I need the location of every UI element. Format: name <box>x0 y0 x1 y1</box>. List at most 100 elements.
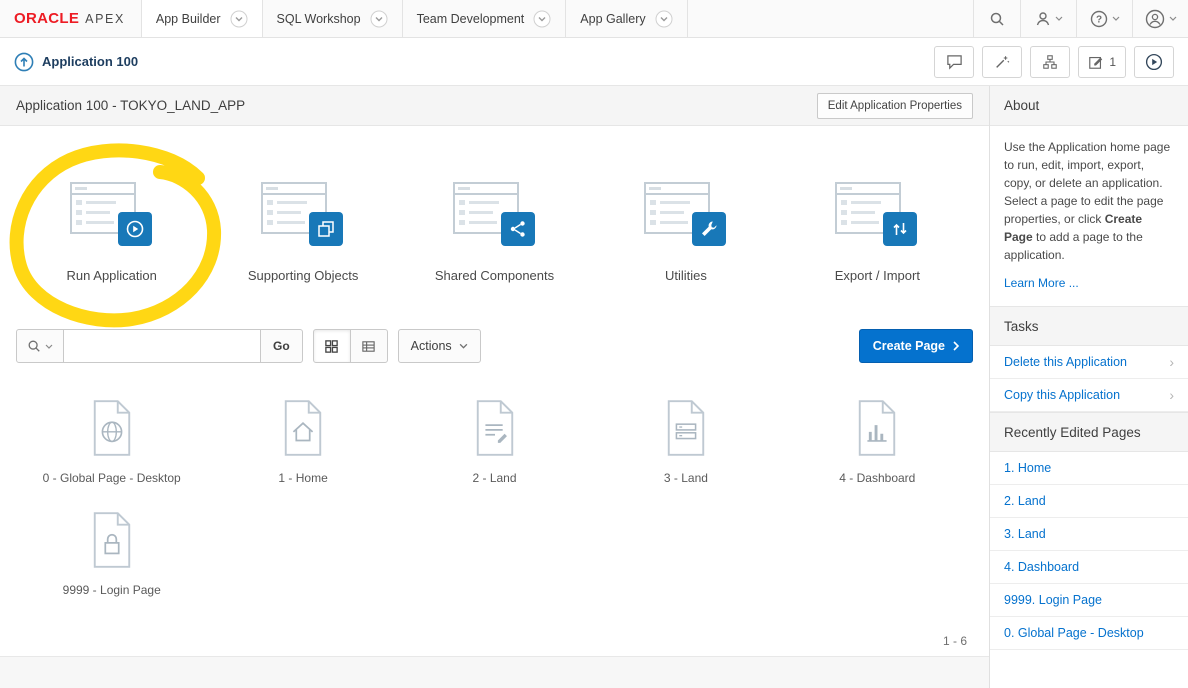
chart-page-icon[interactable] <box>854 399 900 457</box>
edit-page-number: 1 <box>1109 54 1116 69</box>
tab-sql-workshop[interactable]: SQL Workshop <box>263 0 403 37</box>
section-label-utilities[interactable]: Utilities <box>665 268 707 283</box>
recent-page-home[interactable]: 1. Home <box>990 452 1188 485</box>
chevron-down-circle-icon[interactable] <box>655 10 673 28</box>
about-section-header: About <box>990 86 1188 126</box>
page-label[interactable]: 0 - Global Page - Desktop <box>43 471 181 485</box>
run-application-button[interactable] <box>1134 45 1174 78</box>
recent-page-link[interactable]: 9999. Login Page <box>1004 593 1102 607</box>
user-avatar-icon <box>1145 9 1164 28</box>
chevron-down-circle-icon[interactable] <box>370 10 388 28</box>
page-label[interactable]: 3 - Land <box>664 471 708 485</box>
globe-page-icon[interactable] <box>89 399 135 457</box>
icon-view-button[interactable] <box>312 329 351 363</box>
tab-app-builder[interactable]: App Builder <box>140 0 263 37</box>
page-item-land-3: 3 - Land <box>590 399 781 485</box>
task-copy-application[interactable]: Copy this Application › <box>990 379 1188 412</box>
breadcrumb-title[interactable]: Application 100 <box>42 54 138 69</box>
page-label[interactable]: 4 - Dashboard <box>839 471 915 485</box>
page-label[interactable]: 2 - Land <box>472 471 516 485</box>
recent-page-link[interactable]: 0. Global Page - Desktop <box>1004 626 1144 640</box>
chevron-right-icon: › <box>1169 387 1174 403</box>
apex-app-builder-window: ORACLE APEX App Builder SQL Workshop Tea… <box>0 0 1188 688</box>
page-label[interactable]: 9999 - Login Page <box>63 583 161 597</box>
pages-toolbar: Go Actions Create Page <box>0 329 989 363</box>
page-label[interactable]: 1 - Home <box>278 471 327 485</box>
recent-page-land-3[interactable]: 3. Land <box>990 518 1188 551</box>
user-account-menu-button[interactable] <box>1132 0 1188 37</box>
pages-grid-row-2: 9999 - Login Page <box>0 511 989 597</box>
utilities-icon[interactable] <box>643 182 728 252</box>
up-level-icon[interactable] <box>14 52 34 72</box>
tab-team-development[interactable]: Team Development <box>403 0 567 37</box>
create-page-button[interactable]: Create Page <box>858 329 973 363</box>
footer-strip <box>0 656 989 688</box>
oracle-apex-logo: ORACLE APEX <box>0 0 141 37</box>
actions-menu-button[interactable]: Actions <box>397 329 481 363</box>
chevron-down-icon <box>459 343 468 349</box>
edit-pencil-icon <box>1089 56 1103 69</box>
recent-page-global[interactable]: 0. Global Page - Desktop <box>990 617 1188 650</box>
recent-page-link[interactable]: 2. Land <box>1004 494 1046 508</box>
run-badge <box>117 212 152 246</box>
form-page-icon[interactable] <box>472 399 518 457</box>
edit-page-button[interactable]: 1 <box>1078 45 1126 78</box>
chevron-right-icon: › <box>1169 354 1174 370</box>
stacked-windows-icon <box>318 221 334 237</box>
play-icon <box>126 220 144 238</box>
create-page-label: Create Page <box>872 339 945 353</box>
chevron-down-circle-icon[interactable] <box>230 10 248 28</box>
admin-menu-button[interactable] <box>1020 0 1076 37</box>
section-label-shared-components[interactable]: Shared Components <box>435 268 554 283</box>
application-sections: Run Application Supporting Objects Share… <box>0 182 989 283</box>
report-page-icon[interactable] <box>663 399 709 457</box>
task-link[interactable]: Delete this Application <box>1004 355 1127 369</box>
recent-page-link[interactable]: 4. Dashboard <box>1004 560 1079 574</box>
recent-page-dashboard[interactable]: 4. Dashboard <box>990 551 1188 584</box>
svg-text:?: ? <box>1095 14 1101 25</box>
table-view-icon <box>362 340 375 352</box>
supporting-objects-icon[interactable] <box>261 182 345 252</box>
search-scope-button[interactable] <box>16 329 64 363</box>
feedback-button[interactable] <box>934 45 975 78</box>
top-bar-utilities: ? <box>973 0 1188 37</box>
task-link[interactable]: Copy this Application <box>1004 388 1120 402</box>
home-page-icon[interactable] <box>280 399 326 457</box>
lock-page-icon[interactable] <box>89 511 135 569</box>
help-icon: ? <box>1090 10 1107 27</box>
shared-components-icon[interactable] <box>452 182 537 252</box>
tab-app-gallery[interactable]: App Gallery <box>566 0 688 37</box>
section-label-export-import[interactable]: Export / Import <box>835 268 920 283</box>
main-content: Application 100 - TOKYO_LAND_APP Edit Ap… <box>0 86 989 656</box>
wrench-icon <box>701 221 717 236</box>
empty-cell <box>782 511 973 597</box>
help-menu-button[interactable]: ? <box>1076 0 1132 37</box>
recent-page-link[interactable]: 3. Land <box>1004 527 1046 541</box>
recent-pages-section-header: Recently Edited Pages <box>990 412 1188 452</box>
section-label-run-application[interactable]: Run Application <box>67 268 157 283</box>
chevron-down-circle-icon[interactable] <box>533 10 551 28</box>
section-label-supporting-objects[interactable]: Supporting Objects <box>248 268 359 283</box>
go-button[interactable]: Go <box>260 329 303 363</box>
section-run-application: Run Application <box>16 182 207 283</box>
export-import-icon[interactable] <box>835 182 919 252</box>
search-input[interactable] <box>64 329 260 363</box>
person-icon <box>1036 11 1049 25</box>
recent-page-login[interactable]: 9999. Login Page <box>990 584 1188 617</box>
chevron-down-icon <box>1055 16 1062 21</box>
task-delete-application[interactable]: Delete this Application › <box>990 346 1188 379</box>
run-application-icon[interactable] <box>69 182 154 252</box>
report-view-button[interactable] <box>349 329 388 363</box>
section-export-import: Export / Import <box>782 182 973 283</box>
about-text-part1: Use the Application home page to run, ed… <box>1004 140 1171 226</box>
tab-label: App Gallery <box>580 11 646 26</box>
quick-edit-button[interactable] <box>982 45 1023 78</box>
edit-application-properties-button[interactable]: Edit Application Properties <box>816 92 973 119</box>
search-button[interactable] <box>973 0 1020 37</box>
learn-more-link[interactable]: Learn More ... <box>1004 274 1079 292</box>
up-down-arrows-icon <box>893 223 907 235</box>
site-map-button[interactable] <box>1030 45 1071 78</box>
recent-page-link[interactable]: 1. Home <box>1004 461 1051 475</box>
utilities-badge <box>691 212 726 246</box>
recent-page-land-2[interactable]: 2. Land <box>990 485 1188 518</box>
